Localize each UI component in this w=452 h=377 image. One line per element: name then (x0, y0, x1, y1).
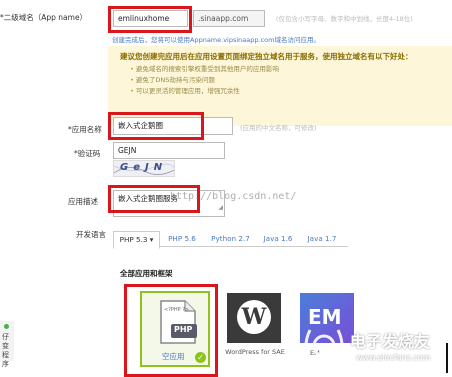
app-desc-label: 应用描述 (68, 197, 98, 206)
brand-watermark: 电子发烧友 www.elecfans.com (300, 322, 450, 370)
csdn-watermark: http://blog.csdn.net/ (170, 191, 297, 202)
notice-item: 避免了DNS劫持与污染问题 (130, 75, 279, 86)
status-dot-icon (4, 324, 9, 329)
brand-title: 电子发烧友 (350, 332, 431, 351)
notice-title: 建议您创建完应用后在应用设置页面绑定独立域名用于服务，使用独立域名有以下好处： (120, 52, 413, 61)
tab-java17[interactable]: Java 1.7 (302, 231, 342, 247)
sidebar-text: 仔变程序 (2, 333, 9, 368)
tab-java16[interactable]: Java 1.6 (258, 231, 298, 247)
wordpress-icon: W (227, 293, 281, 343)
captcha-input[interactable]: GEJN (113, 142, 225, 159)
selected-check-icon: ✓ (195, 352, 206, 363)
app-title-label: *应用名称 (68, 125, 102, 134)
cursor-bar (446, 343, 448, 373)
resize-handle-icon[interactable]: ◢ (218, 200, 223, 216)
notice-item: 避免域名的搜索引擎权重受到其他用户的应用影响 (130, 64, 279, 75)
captcha-label: *验证码 (74, 149, 101, 158)
brand-url: www.elecfans.com (356, 353, 431, 362)
highlight-domain (108, 6, 192, 33)
captcha-text: GeJN (120, 162, 168, 173)
captcha-image[interactable]: GeJN (113, 160, 175, 177)
app-tile-wordpress[interactable]: W WordPress for SAE (225, 291, 285, 367)
php-small-text: <?PHP ?> (164, 307, 190, 313)
notice-item: 可以更灵活的管理应用，增强冗余性 (130, 86, 279, 97)
app-tile-empty[interactable]: <?PHP ?> PHP 空应用 ✓ (140, 291, 210, 367)
php-label: PHP (174, 325, 193, 334)
apps-section-title: 全部应用和框架 (120, 269, 173, 278)
tab-php53[interactable]: PHP 5.3 ▾ (113, 231, 160, 249)
domain-subtext: 创建完成后，您将可以使用Appname.vipsinaapp.com域名访问应用… (112, 36, 320, 44)
brand-logo-icon (304, 329, 344, 363)
app-tile-wordpress-label: WordPress for SAE (225, 348, 285, 356)
tab-python27[interactable]: Python 2.7 (207, 231, 254, 247)
tab-php56[interactable]: PHP 5.6 (163, 231, 201, 247)
highlight-app-title (108, 112, 204, 140)
left-sidebar: 仔变程序 (0, 321, 14, 368)
dev-lang-label: 开发语言 (76, 230, 106, 239)
domain-hint: (仅包含小写字母、数字和中划线，长度4-18位) (276, 15, 413, 23)
app-name-domain-label: *二级域名（App name） (0, 13, 88, 22)
app-title-hint: (应用的中文名称，可修改) (240, 124, 317, 132)
app-tile-empty-label: 空应用 (162, 352, 185, 361)
php-file-icon (160, 300, 197, 344)
wordpress-logo: W (237, 300, 271, 334)
domain-suffix: .sinaapp.com (193, 10, 265, 27)
